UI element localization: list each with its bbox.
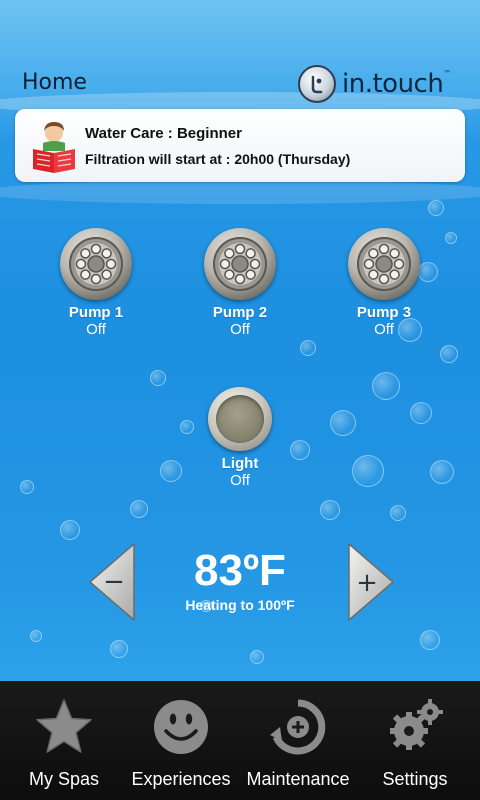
water-care-title: Water Care : Beginner	[85, 125, 242, 142]
pump-state: Off	[86, 321, 106, 338]
light-control[interactable]: Light Off	[185, 387, 295, 489]
decrease-temperature-button[interactable]: −	[88, 542, 138, 622]
pump-jet-icon[interactable]	[348, 228, 420, 300]
nav-settings[interactable]: Settings	[355, 681, 475, 800]
pump-jet-icon[interactable]	[60, 228, 132, 300]
pump-2-control[interactable]: Pump 2 Off	[185, 228, 295, 338]
pump-state: Off	[374, 321, 394, 338]
nav-my-spas[interactable]: My Spas	[4, 681, 124, 800]
smiley-icon	[154, 700, 208, 754]
plus-icon: +	[356, 568, 378, 598]
light-label: Light	[221, 455, 259, 472]
increase-temperature-button[interactable]: +	[345, 542, 395, 622]
current-temperature: 83ºF	[194, 546, 286, 595]
pump-state: Off	[230, 321, 250, 338]
pump-label: Pump 3	[356, 304, 412, 321]
intouch-logo-icon	[298, 65, 336, 103]
pump-3-control[interactable]: Pump 3 Off	[329, 228, 439, 338]
nav-maintenance[interactable]: Maintenance	[238, 681, 358, 800]
page-title: Home	[22, 70, 87, 95]
wave-highlight	[0, 180, 480, 204]
pump-label: Pump 2	[212, 304, 268, 321]
reading-person-icon	[33, 122, 75, 173]
filtration-status: Filtration will start at : 20h00 (Thursd…	[85, 151, 351, 167]
gears-icon	[390, 699, 443, 750]
brand-logo: in.touch™	[298, 64, 451, 104]
nav-experiences[interactable]: Experiences	[121, 681, 241, 800]
pump-jet-icon[interactable]	[204, 228, 276, 300]
nav-label: Settings	[382, 769, 448, 789]
bottom-navigation: My Spas Experiences Maintenance Settings	[0, 681, 480, 800]
water-care-card[interactable]: Water Care : Beginner Filtration will st…	[15, 109, 465, 182]
brand-name: in.touch™	[342, 69, 451, 99]
temperature-display: 83ºF Heating to 100ºF	[160, 545, 320, 613]
maintenance-icon	[270, 699, 326, 755]
minus-icon: −	[103, 567, 125, 597]
pump-label: Pump 1	[68, 304, 124, 321]
light-button-icon[interactable]	[208, 387, 272, 451]
pump-1-control[interactable]: Pump 1 Off	[41, 228, 151, 338]
nav-label: My Spas	[28, 769, 100, 789]
light-state: Off	[230, 472, 250, 489]
nav-label: Experiences	[131, 769, 231, 789]
star-icon	[36, 699, 92, 753]
nav-label: Maintenance	[246, 769, 350, 789]
heating-status: Heating to 100ºF	[185, 597, 295, 613]
